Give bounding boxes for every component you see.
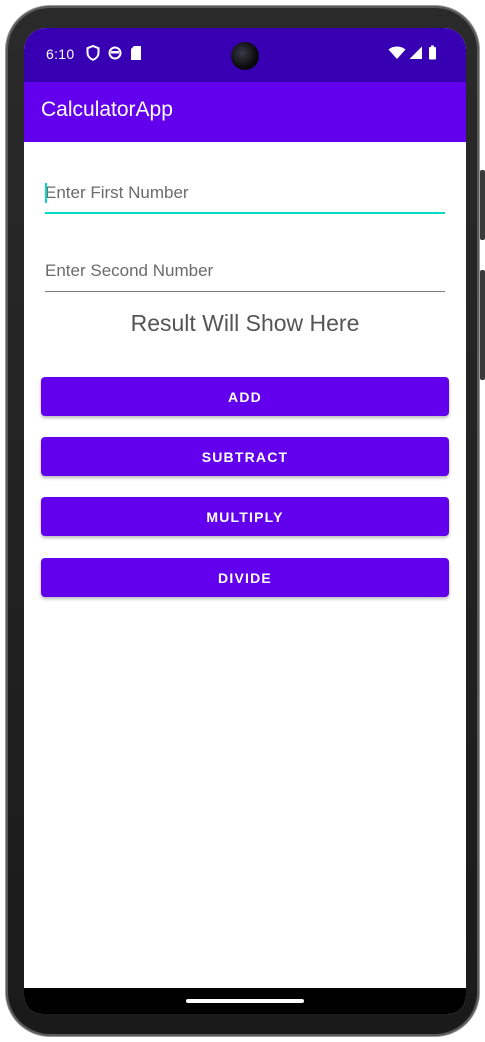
status-time: 6:10 [46,46,75,62]
status-bar: 6:10 [24,28,466,82]
result-text: Result Will Show Here [130,310,360,336]
circle-status-icon [108,46,122,60]
first-number-input[interactable] [45,174,445,212]
main-content: Result Will Show Here ADD SUBTRACT MULTI… [24,142,466,988]
text-cursor [45,183,47,203]
second-number-input[interactable] [45,252,445,290]
app-title: CalculatorApp [41,98,173,121]
add-button[interactable]: ADD [41,377,449,416]
phone-screen: 6:10 CalculatorApp Enter First Number En… [24,28,466,1014]
wifi-icon [388,46,406,59]
multiply-button[interactable]: MULTIPLY [41,497,449,536]
first-number-underline [45,212,445,214]
shield-icon [86,45,100,61]
sd-card-icon [131,46,141,60]
app-bar: CalculatorApp [24,82,466,142]
front-camera [231,42,259,70]
volume-button [480,270,485,380]
divide-button[interactable]: DIVIDE [41,558,449,597]
home-gesture-handle[interactable] [186,999,304,1003]
subtract-button[interactable]: SUBTRACT [41,437,449,476]
device-frame: 6:10 CalculatorApp Enter First Number En… [0,0,485,1042]
cell-signal-icon [409,46,422,59]
battery-icon [429,45,436,60]
power-button [480,170,485,240]
navigation-bar [24,988,466,1014]
second-number-field-wrap [45,252,445,292]
second-number-underline [45,291,445,292]
first-number-field-wrap [45,174,445,214]
